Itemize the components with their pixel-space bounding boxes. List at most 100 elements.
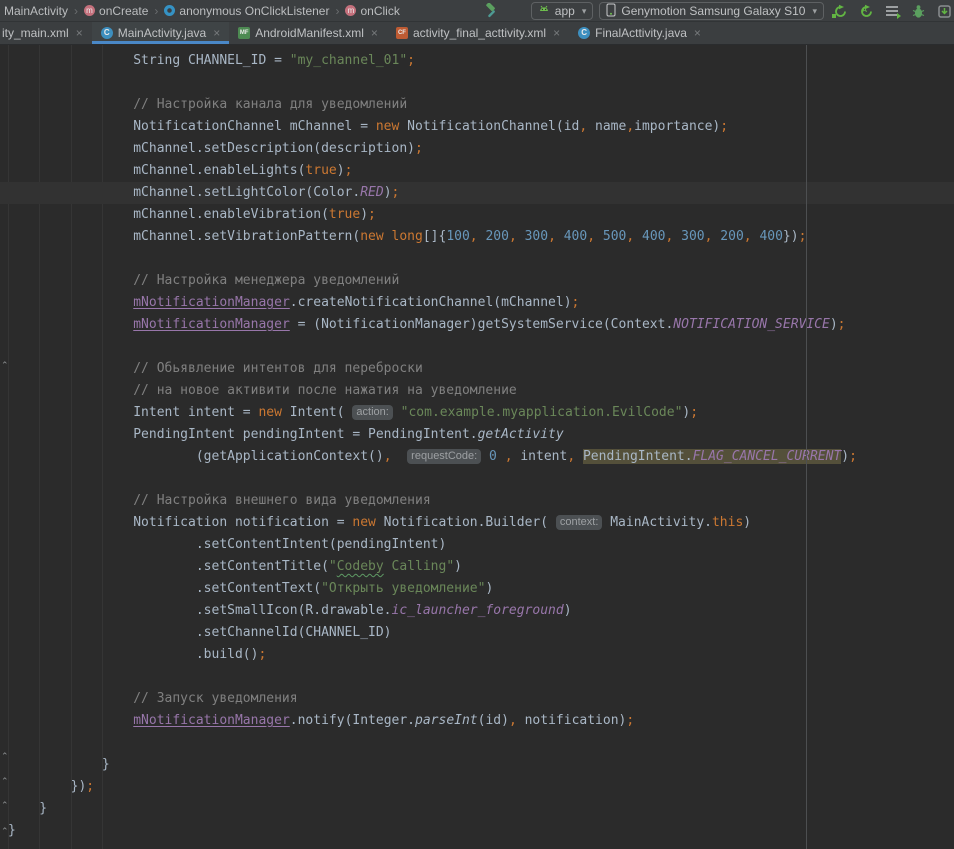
- code-area: String CHANNEL_ID = "my_channel_01"; // …: [0, 50, 954, 842]
- code-line[interactable]: Intent intent = new Intent( action: "com…: [0, 402, 954, 424]
- code-line[interactable]: PendingIntent pendingIntent = PendingInt…: [0, 424, 954, 446]
- method-icon: m: [345, 5, 356, 16]
- code-token: ;: [368, 207, 376, 222]
- device-selector[interactable]: Genymotion Samsung Galaxy S10 ▾: [599, 2, 824, 20]
- tab-label: ity_main.xml: [2, 26, 69, 40]
- code-line[interactable]: [0, 468, 954, 490]
- code-line[interactable]: .setContentIntent(pendingIntent): [0, 534, 954, 556]
- code-line[interactable]: String CHANNEL_ID = "my_channel_01";: [0, 50, 954, 72]
- build-hammer-icon[interactable]: [481, 1, 501, 21]
- code-line[interactable]: (getApplicationContext(), requestCode: 0…: [0, 446, 954, 468]
- code-line[interactable]: }: [0, 820, 954, 842]
- tab-close-icon[interactable]: ×: [76, 26, 83, 40]
- apply-code-changes-icon[interactable]: A: [856, 1, 876, 21]
- tab-ity_main.xml[interactable]: ity_main.xml ×: [0, 22, 92, 44]
- module-selector[interactable]: app ▾: [531, 2, 594, 20]
- code-token: true: [329, 207, 360, 222]
- code-token: [634, 229, 642, 244]
- run-coverage-icon[interactable]: [882, 1, 902, 21]
- fold-marker-icon[interactable]: ⌃: [1, 802, 9, 811]
- fold-marker-icon[interactable]: ⌃: [1, 778, 9, 787]
- code-token: [384, 229, 392, 244]
- code-line[interactable]: [0, 666, 954, 688]
- code-line[interactable]: // Обьявление интентов для переброски: [0, 358, 954, 380]
- code-line[interactable]: }: [0, 754, 954, 776]
- code-line[interactable]: NotificationChannel mChannel = new Notif…: [0, 116, 954, 138]
- code-token: PendingIntent.: [583, 449, 693, 464]
- code-token: .setChannelId(CHANNEL_ID): [8, 625, 392, 640]
- breadcrumb-item[interactable]: monClick: [343, 4, 401, 18]
- tab-close-icon[interactable]: ×: [694, 26, 701, 40]
- attach-debugger-icon[interactable]: [934, 1, 954, 21]
- code-token: new: [352, 515, 375, 530]
- code-token: // Настройка менеджера уведомлений: [8, 273, 399, 288]
- module-selector-label: app: [555, 4, 575, 18]
- code-token: Intent(: [282, 405, 352, 420]
- code-token: [8, 295, 133, 310]
- code-line[interactable]: .setChannelId(CHANNEL_ID): [0, 622, 954, 644]
- code-line[interactable]: [0, 248, 954, 270]
- code-token: }: [8, 801, 47, 816]
- code-line[interactable]: mNotificationManager.createNotificationC…: [0, 292, 954, 314]
- apply-code-changes-letter: A: [862, 7, 867, 14]
- code-line[interactable]: // на новое активити после нажатия на ув…: [0, 380, 954, 402]
- code-token: ,: [470, 229, 478, 244]
- tab-close-icon[interactable]: ×: [553, 26, 560, 40]
- breadcrumb-item[interactable]: MainActivity: [2, 4, 70, 18]
- code-line[interactable]: mChannel.setLightColor(Color.RED);: [0, 182, 954, 204]
- code-line[interactable]: .build();: [0, 644, 954, 666]
- code-line[interactable]: mChannel.enableVibration(true);: [0, 204, 954, 226]
- tab-label: FinalActtivity.java: [595, 26, 687, 40]
- tab-close-icon[interactable]: ×: [371, 26, 378, 40]
- code-token: mChannel.enableLights(: [8, 163, 305, 178]
- tab-activity_final_acttivity.xml[interactable]: CFactivity_final_acttivity.xml×: [387, 22, 569, 44]
- code-line[interactable]: [0, 72, 954, 94]
- code-token: Notification.Builder(: [376, 515, 556, 530]
- fold-marker-icon[interactable]: ⌃: [1, 753, 9, 762]
- code-line[interactable]: // Настройка канала для уведомлений: [0, 94, 954, 116]
- tab-label: MainActivity.java: [118, 26, 206, 40]
- code-line[interactable]: }: [0, 798, 954, 820]
- code-token: ;: [258, 647, 266, 662]
- breadcrumb-item[interactable]: anonymous OnClickListener: [162, 4, 331, 18]
- code-line[interactable]: .setSmallIcon(R.drawable.ic_launcher_for…: [0, 600, 954, 622]
- code-token: RED: [360, 185, 383, 200]
- code-token: }: [8, 757, 110, 772]
- breadcrumb-item[interactable]: monCreate: [82, 4, 150, 18]
- code-token: ;: [572, 295, 580, 310]
- code-token: ,: [548, 229, 556, 244]
- debug-icon[interactable]: [908, 1, 928, 21]
- code-line[interactable]: .setContentText("Открыть уведомление"): [0, 578, 954, 600]
- code-token: (getApplicationContext(): [8, 449, 384, 464]
- apply-changes-icon[interactable]: [830, 1, 850, 21]
- code-line[interactable]: });: [0, 776, 954, 798]
- code-token: ): [841, 449, 849, 464]
- tab-MainActivity.java[interactable]: CMainActivity.java×: [92, 22, 230, 44]
- code-line[interactable]: mChannel.setVibrationPattern(new long[]{…: [0, 226, 954, 248]
- tab-AndroidManifest.xml[interactable]: MFAndroidManifest.xml×: [229, 22, 387, 44]
- code-token: .setContentTitle(: [8, 559, 329, 574]
- code-token: getActivity: [478, 427, 564, 442]
- code-line[interactable]: .setContentTitle("Codeby Calling"): [0, 556, 954, 578]
- code-token: ": [329, 559, 337, 574]
- code-line[interactable]: mNotificationManager = (NotificationMana…: [0, 314, 954, 336]
- code-line[interactable]: mNotificationManager.notify(Integer.pars…: [0, 710, 954, 732]
- code-line[interactable]: mChannel.enableLights(true);: [0, 160, 954, 182]
- code-token: MainActivity.: [602, 515, 712, 530]
- code-line[interactable]: // Настройка менеджера уведомлений: [0, 270, 954, 292]
- fold-marker-icon[interactable]: ⌃: [1, 828, 9, 837]
- green-arrow-glyph: [897, 13, 901, 19]
- code-line[interactable]: // Настройка внешнего вида уведомления: [0, 490, 954, 512]
- code-line[interactable]: [0, 336, 954, 358]
- tab-FinalActtivity.java[interactable]: CFinalActtivity.java×: [569, 22, 710, 44]
- code-line[interactable]: Notification notification = new Notifica…: [0, 512, 954, 534]
- code-line[interactable]: mChannel.setDescription(description);: [0, 138, 954, 160]
- code-line[interactable]: // Запуск уведомления: [0, 688, 954, 710]
- apply-changes-square: [832, 14, 836, 18]
- tab-close-icon[interactable]: ×: [213, 26, 220, 40]
- fold-marker-icon[interactable]: ⌃: [1, 362, 9, 371]
- code-token: ,: [626, 119, 634, 134]
- code-token: [673, 229, 681, 244]
- code-line[interactable]: [0, 732, 954, 754]
- code-token: 200: [485, 229, 508, 244]
